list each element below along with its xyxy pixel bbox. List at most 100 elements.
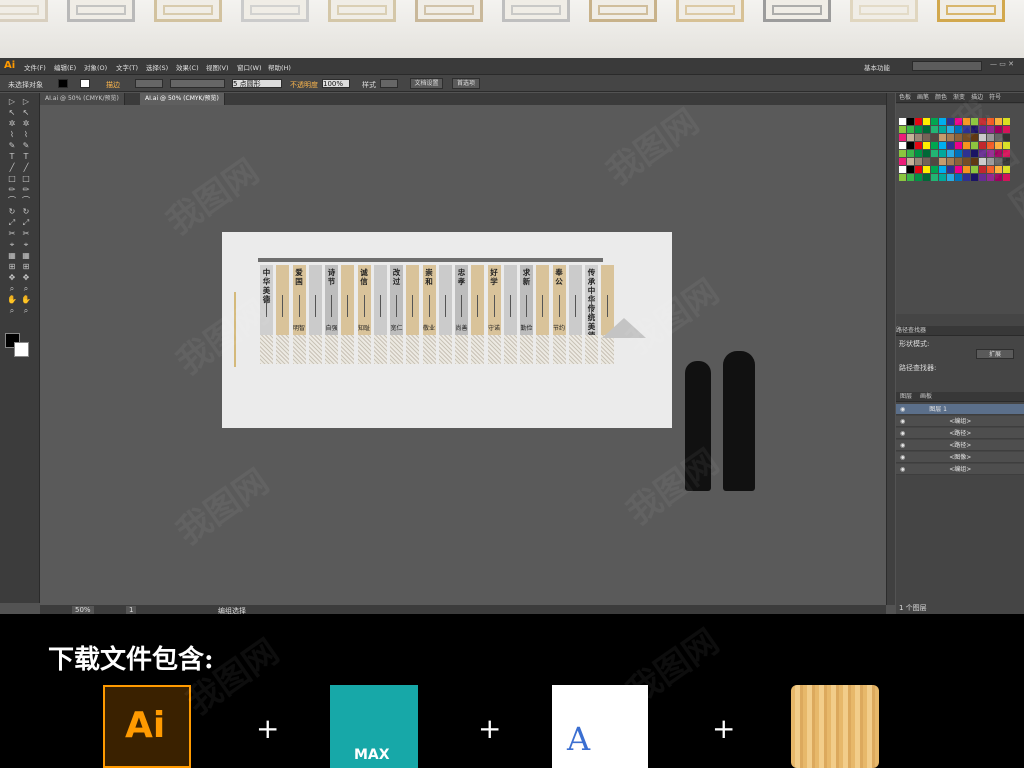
color-swatch[interactable]: [915, 134, 922, 141]
tool-icon[interactable]: ✂: [6, 229, 18, 239]
tool-icon[interactable]: ✥: [20, 273, 32, 283]
color-swatch[interactable]: [915, 158, 922, 165]
tab-doc-2[interactable]: AI.ai @ 50% (CMYK/预览): [140, 93, 225, 105]
color-swatch[interactable]: [963, 126, 970, 133]
culture-panel[interactable]: 崇和 敬业: [422, 265, 436, 335]
tool-icon[interactable]: ↻: [6, 207, 18, 217]
tool-icon[interactable]: □: [6, 174, 18, 184]
color-swatch[interactable]: [987, 142, 994, 149]
color-swatch[interactable]: [971, 118, 978, 125]
tool-icon[interactable]: ⌕: [20, 306, 32, 316]
page-select[interactable]: 1: [126, 606, 137, 614]
window-controls[interactable]: — ▭ ✕: [990, 60, 1014, 68]
color-swatch[interactable]: [963, 142, 970, 149]
color-swatch[interactable]: [995, 118, 1002, 125]
color-swatch[interactable]: [979, 150, 986, 157]
color-swatch[interactable]: [947, 166, 954, 173]
panel-tab[interactable]: 符号: [986, 94, 1004, 101]
color-swatch[interactable]: [907, 174, 914, 181]
color-swatch[interactable]: [971, 134, 978, 141]
tool-icon[interactable]: ✏: [6, 185, 18, 195]
culture-panel[interactable]: [471, 265, 484, 335]
culture-panel[interactable]: [373, 265, 387, 335]
visibility-eye-icon[interactable]: ◉: [896, 454, 909, 461]
tool-icon[interactable]: ✂: [20, 229, 32, 239]
tool-icon[interactable]: ⌕: [6, 306, 18, 316]
culture-panel[interactable]: 诚信 知耻: [357, 265, 371, 335]
color-swatch[interactable]: [971, 158, 978, 165]
color-swatch[interactable]: [923, 150, 930, 157]
brush-definition[interactable]: 5 点圆形: [232, 79, 282, 88]
tool-icon[interactable]: ⌇: [6, 130, 18, 140]
pathfinder-header[interactable]: 路径查找器: [896, 326, 1024, 336]
color-swatch[interactable]: [907, 150, 914, 157]
menu-item[interactable]: 选择(S): [146, 62, 168, 72]
color-swatch[interactable]: [899, 126, 906, 133]
preferences-button[interactable]: 首选项: [452, 78, 480, 89]
color-swatch[interactable]: [995, 166, 1002, 173]
color-swatch[interactable]: [947, 118, 954, 125]
tool-icon[interactable]: ✋: [20, 295, 32, 305]
color-swatch[interactable]: [987, 158, 994, 165]
menu-item[interactable]: 帮助(H): [268, 62, 291, 72]
tool-icon[interactable]: ✥: [6, 273, 18, 283]
tool-icon[interactable]: ▦: [20, 251, 32, 261]
layer-row[interactable]: ◉ <路径>: [896, 428, 1024, 439]
culture-panel[interactable]: 奉公 节约: [552, 265, 566, 335]
layer-row[interactable]: ◉ 图层 1: [896, 404, 1024, 415]
tool-icon[interactable]: ╱: [6, 163, 18, 173]
tool-icon[interactable]: ⌕: [6, 284, 18, 294]
color-swatch[interactable]: [899, 158, 906, 165]
visibility-eye-icon[interactable]: ◉: [896, 466, 909, 473]
menu-item[interactable]: 窗口(W): [237, 62, 262, 72]
color-swatch[interactable]: [899, 174, 906, 181]
color-swatch[interactable]: [939, 126, 946, 133]
layer-row[interactable]: ◉ <编组>: [896, 416, 1024, 427]
tool-icon[interactable]: ↖: [6, 108, 18, 118]
color-swatch[interactable]: [979, 166, 986, 173]
canvas-area[interactable]: 中华美德 爱国明智 诗节自强 诚信知耻 改过宽仁 崇和敬业 忠孝尚善 好学守诺 求新勤俭 奉公节约…: [40, 105, 886, 605]
color-swatch[interactable]: [899, 118, 906, 125]
color-swatch[interactable]: [1003, 126, 1010, 133]
color-swatch[interactable]: [947, 150, 954, 157]
color-swatch[interactable]: [995, 126, 1002, 133]
color-swatch[interactable]: [915, 166, 922, 173]
opacity-input[interactable]: 100%: [322, 79, 350, 88]
tool-icon[interactable]: ↖: [20, 108, 32, 118]
culture-panel[interactable]: 诗节 自强: [325, 265, 338, 335]
tool-icon[interactable]: ✋: [6, 295, 18, 305]
color-swatch[interactable]: [963, 134, 970, 141]
layer-row[interactable]: ◉ <图像>: [896, 452, 1024, 463]
tool-icon[interactable]: ✲: [20, 119, 32, 129]
culture-panel[interactable]: 求新 勤俭: [520, 265, 533, 335]
tool-icon[interactable]: ▦: [6, 251, 18, 261]
tool-icon[interactable]: ▷: [20, 97, 32, 107]
opacity-label[interactable]: 不透明度: [290, 80, 318, 90]
tab-doc-1[interactable]: AI.ai @ 50% (CMYK/预览): [40, 93, 125, 105]
color-swatch[interactable]: [915, 118, 922, 125]
color-swatch[interactable]: [955, 134, 962, 141]
color-swatch[interactable]: [931, 134, 938, 141]
color-swatch[interactable]: [955, 174, 962, 181]
color-swatch[interactable]: [987, 118, 994, 125]
tool-icon[interactable]: ↻: [20, 207, 32, 217]
color-swatch[interactable]: [939, 118, 946, 125]
color-swatch[interactable]: [931, 174, 938, 181]
color-swatch[interactable]: [955, 118, 962, 125]
color-swatch[interactable]: [979, 126, 986, 133]
color-swatch[interactable]: [995, 134, 1002, 141]
color-swatch[interactable]: [955, 150, 962, 157]
tool-icon[interactable]: ✏: [20, 185, 32, 195]
color-swatch[interactable]: [971, 150, 978, 157]
color-swatch[interactable]: [907, 126, 914, 133]
color-swatch[interactable]: [1003, 118, 1010, 125]
color-swatch[interactable]: [923, 126, 930, 133]
search-input[interactable]: [912, 61, 982, 71]
color-swatch[interactable]: [979, 142, 986, 149]
color-swatch[interactable]: [987, 174, 994, 181]
tool-icon[interactable]: ⤢: [6, 218, 18, 228]
tool-icon[interactable]: ▷: [6, 97, 18, 107]
style-dropdown[interactable]: [380, 79, 398, 88]
color-swatch[interactable]: [907, 166, 914, 173]
culture-panel[interactable]: [438, 265, 452, 335]
